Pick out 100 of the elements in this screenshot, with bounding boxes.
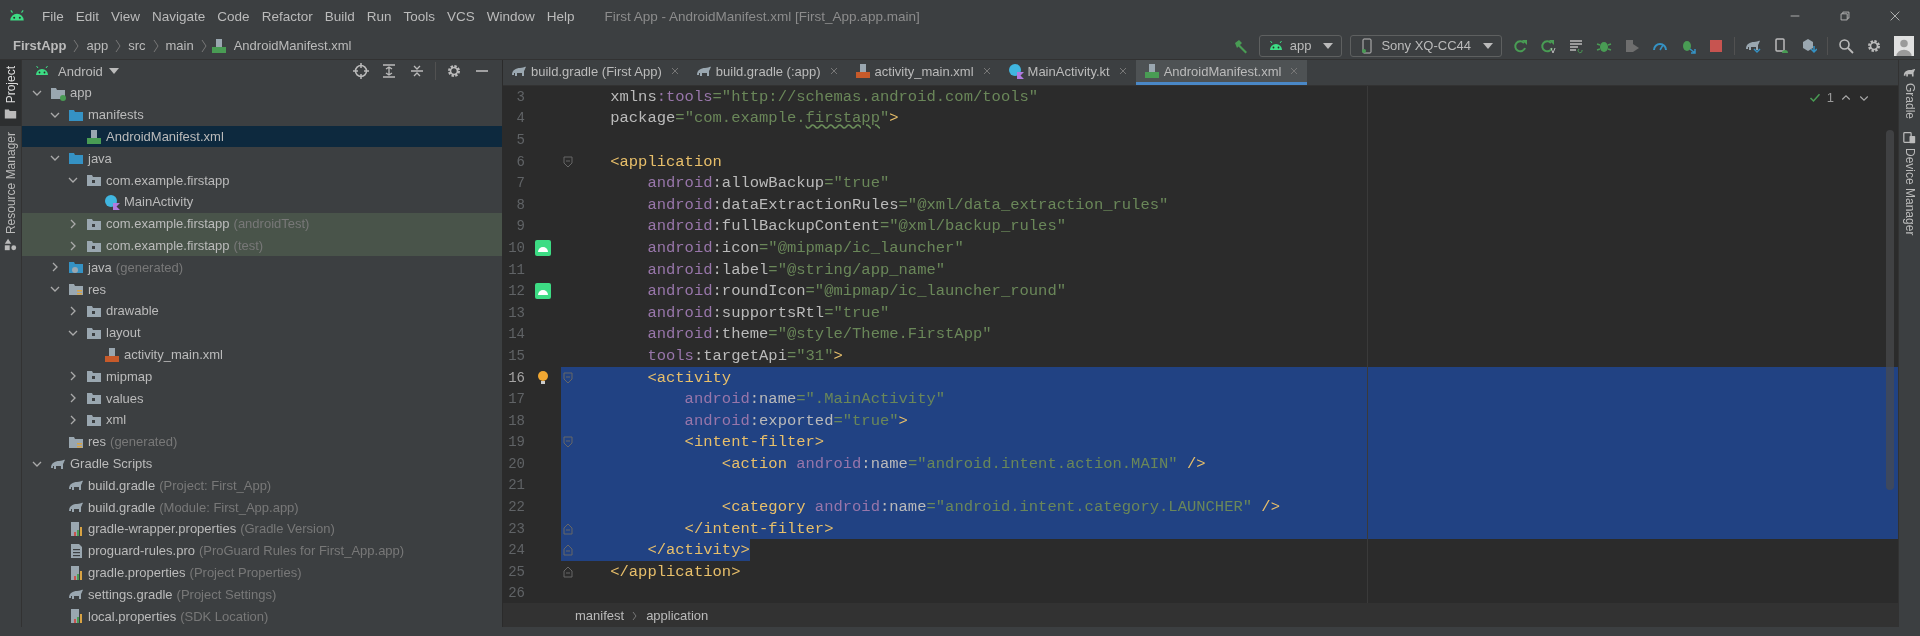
breadcrumb-item[interactable]: app bbox=[83, 38, 112, 53]
tree-item[interactable]: app bbox=[22, 82, 502, 104]
rerun-icon[interactable] bbox=[1512, 37, 1528, 54]
editor-tab[interactable]: AndroidManifest.xml bbox=[1135, 60, 1308, 85]
lightbulb-icon[interactable] bbox=[535, 369, 551, 386]
settings-icon[interactable] bbox=[1866, 37, 1882, 54]
code-line: package="com.example.firstapp"> bbox=[609, 109, 899, 128]
scrollbar-thumb[interactable] bbox=[1886, 130, 1894, 490]
device-dropdown[interactable]: Sony XQ-CC44 bbox=[1350, 34, 1502, 57]
menu-item[interactable]: Navigate bbox=[146, 8, 212, 24]
menu-item[interactable]: View bbox=[105, 8, 147, 24]
line-number: 6 bbox=[515, 153, 525, 170]
close-icon[interactable] bbox=[669, 66, 680, 76]
code-line: android:icon="@mipmap/ic_launcher" bbox=[646, 238, 964, 257]
fold-icon[interactable] bbox=[563, 155, 573, 168]
breadcrumb-item[interactable]: manifest bbox=[571, 608, 629, 623]
class-icon bbox=[1007, 63, 1024, 79]
chevron-icon bbox=[114, 37, 123, 54]
check-icon[interactable] bbox=[1808, 91, 1821, 104]
code-line: </activity> bbox=[646, 541, 750, 560]
properties-file-icon bbox=[68, 608, 84, 625]
editor-tab[interactable]: build.gradle (:app) bbox=[687, 60, 847, 85]
tree-item[interactable]: activity_main.xml bbox=[22, 343, 502, 366]
tree-item[interactable]: values bbox=[22, 387, 502, 410]
tree-item[interactable]: proguard-rules.pro (ProGuard Rules for First_App.app) bbox=[22, 539, 502, 562]
stop-icon[interactable] bbox=[1708, 37, 1724, 54]
tree-item[interactable]: Gradle Scripts bbox=[22, 452, 502, 475]
fold-end-icon[interactable] bbox=[563, 565, 573, 578]
menu-item[interactable]: Tools bbox=[397, 8, 441, 24]
restore-icon[interactable] bbox=[1838, 9, 1852, 23]
breadcrumb-item[interactable]: main bbox=[162, 38, 197, 53]
code-line: <activity bbox=[646, 368, 732, 387]
device-icon[interactable] bbox=[1773, 37, 1789, 54]
breadcrumb-item[interactable]: AndroidManifest.xml bbox=[230, 38, 355, 53]
tree-item[interactable]: gradle.properties (Project Properties) bbox=[22, 561, 502, 584]
properties-file-icon bbox=[68, 564, 84, 581]
tool-window-tab[interactable]: Resource Manager bbox=[0, 126, 21, 258]
tree-item[interactable]: xml bbox=[22, 409, 502, 431]
android-icon[interactable] bbox=[535, 283, 551, 300]
menu-item[interactable]: File bbox=[36, 8, 70, 24]
breadcrumb-item[interactable]: application bbox=[642, 608, 713, 623]
apply-changes-icon[interactable] bbox=[1540, 37, 1556, 54]
hammer-icon[interactable] bbox=[1232, 37, 1249, 54]
tree-item[interactable]: settings.gradle (Project Settings) bbox=[22, 583, 502, 606]
tree-item[interactable]: build.gradle (Module: First_App.app) bbox=[22, 496, 502, 518]
tree-item[interactable]: java bbox=[22, 147, 502, 170]
tool-window-tab[interactable]: Gradle bbox=[1899, 60, 1920, 126]
search-icon[interactable] bbox=[1838, 37, 1854, 54]
run-configuration-dropdown[interactable]: app bbox=[1258, 34, 1343, 57]
menu-item[interactable]: Run bbox=[360, 8, 398, 24]
tree-item[interactable]: res (generated) bbox=[22, 430, 502, 453]
line-number: 8 bbox=[515, 196, 525, 213]
sdk-box-icon[interactable] bbox=[1801, 37, 1817, 54]
tree-item[interactable]: com.example.firstapp bbox=[22, 169, 502, 192]
tool-window-tab[interactable]: Device Manager bbox=[1899, 125, 1920, 242]
menu-item[interactable]: Refactor bbox=[255, 8, 319, 24]
properties-file-icon bbox=[68, 520, 84, 537]
tree-item[interactable]: drawable bbox=[22, 300, 502, 322]
settings-icon[interactable] bbox=[446, 63, 462, 80]
tree-item[interactable]: gradle-wrapper.properties (Gradle Version) bbox=[22, 518, 502, 540]
line-number: 23 bbox=[507, 520, 525, 537]
tree-item[interactable]: AndroidManifest.xml bbox=[22, 125, 502, 148]
close-icon[interactable] bbox=[981, 66, 992, 76]
editor-tab[interactable]: activity_main.xml bbox=[846, 60, 1000, 85]
code-line: android:theme="@style/Theme.FirstApp" bbox=[646, 325, 992, 344]
editor-tab[interactable]: build.gradle (First App) bbox=[503, 60, 688, 85]
view-selector-dropdown[interactable]: Android bbox=[56, 63, 121, 79]
list-icon[interactable] bbox=[1568, 37, 1584, 54]
target-icon[interactable] bbox=[353, 63, 369, 80]
tree-item[interactable]: MainActivity bbox=[22, 191, 502, 213]
menu-item[interactable]: VCS bbox=[441, 8, 481, 24]
line-number: 3 bbox=[515, 88, 525, 105]
menu-item[interactable]: Build bbox=[318, 8, 361, 24]
code-line: <category android:name="android.intent.category.LAUNCHER" /> bbox=[720, 498, 1280, 517]
close-icon[interactable] bbox=[1117, 66, 1128, 76]
layout-file-icon bbox=[854, 63, 871, 79]
expand-all-icon[interactable] bbox=[381, 63, 397, 80]
menu-item[interactable]: Edit bbox=[69, 8, 106, 24]
editor-tab[interactable]: MainActivity.kt bbox=[999, 60, 1136, 85]
tree-item[interactable]: local.properties (SDK Location) bbox=[22, 605, 502, 627]
android-icon[interactable] bbox=[535, 239, 551, 256]
tool-window-tab[interactable]: Project bbox=[0, 60, 21, 127]
tree-item[interactable]: mipmap bbox=[22, 365, 502, 388]
menu-item[interactable]: Help bbox=[540, 8, 581, 24]
tree-item[interactable]: manifests bbox=[22, 103, 502, 126]
tree-item[interactable]: layout bbox=[22, 321, 502, 344]
code-line: </intent-filter> bbox=[683, 519, 834, 538]
shapes-icon bbox=[4, 238, 17, 252]
close-icon[interactable] bbox=[1888, 9, 1902, 23]
tree-item[interactable]: build.gradle (Project: First_App) bbox=[22, 474, 502, 497]
avatar-icon[interactable] bbox=[1894, 35, 1914, 56]
breadcrumb-item[interactable]: FirstApp bbox=[10, 38, 70, 53]
chevron-icon bbox=[72, 37, 81, 54]
breadcrumb-item[interactable]: src bbox=[125, 38, 149, 53]
tree-item[interactable]: java (generated) bbox=[22, 256, 502, 279]
menu-item[interactable]: Window bbox=[480, 8, 541, 24]
line-number: 19 bbox=[507, 434, 525, 451]
tree-item[interactable]: res bbox=[22, 278, 502, 301]
close-icon[interactable] bbox=[828, 66, 839, 76]
menu-item[interactable]: Code bbox=[211, 8, 256, 24]
